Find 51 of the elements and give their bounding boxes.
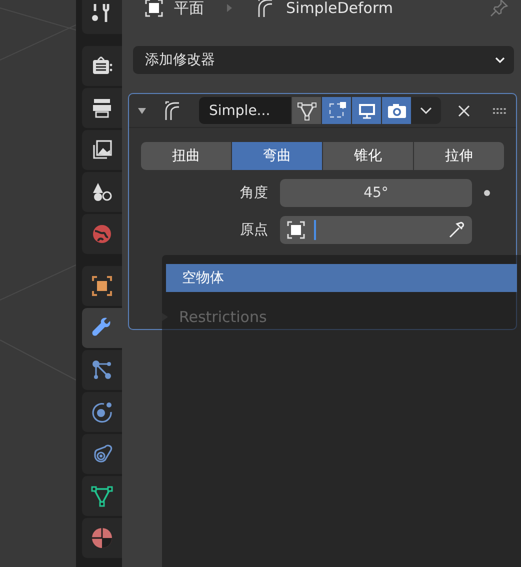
toggle-button[interactable] — [381, 97, 411, 124]
object-square-icon — [286, 220, 306, 240]
toggle-button[interactable] — [321, 97, 351, 124]
mode-tab[interactable]: 拉伸 — [414, 142, 504, 170]
chevron-down-icon — [494, 56, 506, 64]
collapse-triangle-icon[interactable] — [137, 106, 147, 116]
printer-icon — [90, 96, 114, 120]
close-icon[interactable] — [457, 104, 471, 118]
drag-handle-icon[interactable] — [492, 108, 508, 114]
add-modifier-dropdown[interactable]: 添加修改器 — [133, 46, 514, 74]
object-name: 平面 — [174, 0, 204, 18]
breadcrumb-arrow-icon — [226, 3, 234, 13]
properties-tab[interactable] — [82, 130, 122, 170]
origin-object-field[interactable] — [280, 216, 472, 244]
particles-icon — [90, 358, 114, 382]
mode-tab[interactable]: 弯曲 — [232, 142, 322, 170]
properties-tab[interactable] — [82, 308, 122, 348]
properties-tab[interactable] — [82, 46, 122, 86]
modifier-name: SimpleDeform — [286, 0, 393, 17]
dropdown-button[interactable] — [411, 97, 441, 124]
menu-item[interactable]: 空物体 — [166, 264, 517, 292]
properties-tab[interactable] — [82, 172, 122, 212]
toggle-button[interactable] — [351, 97, 381, 124]
properties-tab[interactable] — [82, 88, 122, 128]
chevron-down-icon — [419, 106, 433, 116]
modifier-name-field[interactable]: Simple... — [199, 97, 291, 124]
properties-tab[interactable] — [82, 434, 122, 474]
properties-tab[interactable] — [82, 392, 122, 432]
edit-mode-icon — [296, 100, 316, 120]
field-label: 原点 — [239, 221, 269, 239]
properties-tab[interactable] — [82, 266, 122, 306]
mode-tab[interactable]: 扭曲 — [141, 142, 231, 170]
field-label: 角度 — [239, 184, 269, 202]
images-icon — [90, 138, 114, 162]
sphere-icon — [90, 526, 114, 550]
object-square-icon — [144, 0, 164, 18]
object-square-icon — [90, 274, 114, 298]
keyframe-dot-icon[interactable] — [484, 190, 490, 196]
properties-tab[interactable] — [82, 0, 122, 34]
properties-tab[interactable] — [82, 476, 122, 516]
triangle-vertex-icon — [90, 484, 114, 508]
globe-icon — [90, 222, 114, 246]
orbit-icon — [90, 400, 114, 424]
pin-icon — [489, 0, 509, 18]
eyedropper-icon — [448, 221, 466, 239]
mode-tab[interactable]: 锥化 — [323, 142, 413, 170]
properties-tab[interactable] — [82, 518, 122, 558]
cage-icon — [326, 100, 346, 120]
properties-tab[interactable] — [82, 350, 122, 390]
toggle-button[interactable] — [291, 97, 321, 124]
angle-field[interactable]: 45° — [280, 179, 472, 207]
